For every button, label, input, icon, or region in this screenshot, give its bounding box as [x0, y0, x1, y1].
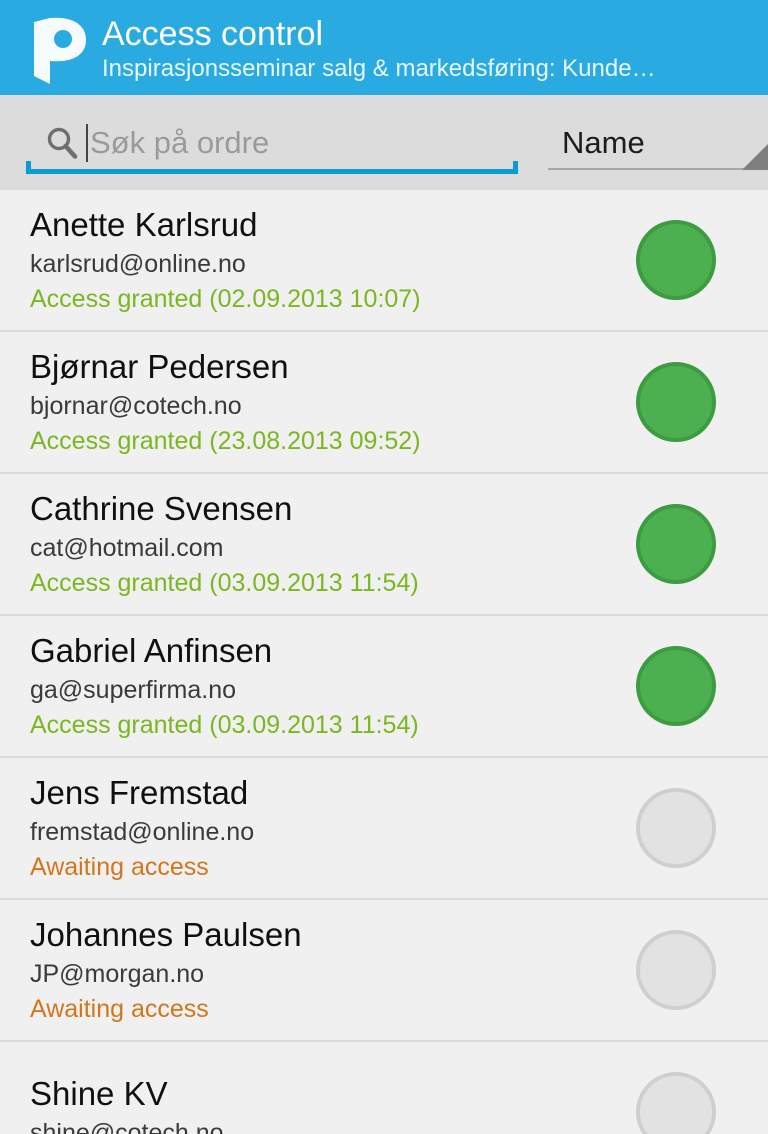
app-logo-icon [30, 14, 86, 84]
list-item-info: Cathrine Svensen cat@hotmail.com Access … [30, 488, 636, 600]
search-underline [26, 160, 518, 174]
attendee-name: Jens Fremstad [30, 774, 249, 811]
attendee-name: Anette Karlsrud [30, 206, 258, 243]
status-badge: Access granted (23.08.2013 09:52) [30, 427, 421, 455]
attendee-name: Shine KV [30, 1075, 168, 1112]
list-item[interactable]: Anette Karlsrud karlsrud@online.no Acces… [0, 190, 768, 332]
list-item-info: Anette Karlsrud karlsrud@online.no Acces… [30, 204, 636, 316]
spinner-underline [548, 167, 768, 170]
status-badge: Access granted (02.09.2013 10:07) [30, 285, 421, 313]
access-indicator-icon[interactable] [636, 504, 716, 584]
status-badge: Access granted (03.09.2013 11:54) [30, 711, 419, 739]
search-icon [44, 125, 80, 161]
status-badge: Access granted (03.09.2013 11:54) [30, 569, 419, 597]
access-control-screen: Access control Inspirasjonsseminar salg … [0, 0, 768, 1134]
access-indicator-icon[interactable] [636, 220, 716, 300]
attendee-email: ga@superfirma.no [30, 676, 237, 704]
attendee-email: JP@morgan.no [30, 960, 205, 988]
list-item[interactable]: Jens Fremstad fremstad@online.no Awaitin… [0, 758, 768, 900]
sort-spinner-label: Name [562, 124, 645, 160]
search-and-sort-bar: Søk på ordre Name [0, 95, 768, 190]
status-badge: Awaiting access [30, 995, 209, 1023]
attendee-list[interactable]: Anette Karlsrud karlsrud@online.no Acces… [0, 190, 768, 1134]
attendee-name: Cathrine Svensen [30, 490, 293, 527]
search-input[interactable]: Søk på ordre [26, 112, 518, 174]
list-item-info: Shine KV shine@cotech.no [30, 1073, 636, 1134]
attendee-email: cat@hotmail.com [30, 534, 224, 562]
app-header: Access control Inspirasjonsseminar salg … [0, 0, 768, 95]
spinner-triangle-icon [742, 143, 768, 170]
attendee-email: karlsrud@online.no [30, 250, 246, 278]
access-indicator-icon[interactable] [636, 788, 716, 868]
attendee-email: fremstad@online.no [30, 818, 255, 846]
sort-spinner[interactable]: Name [548, 112, 768, 174]
list-item[interactable]: Johannes Paulsen JP@morgan.no Awaiting a… [0, 900, 768, 1042]
attendee-email: bjornar@cotech.no [30, 392, 242, 420]
list-item[interactable]: Cathrine Svensen cat@hotmail.com Access … [0, 474, 768, 616]
access-indicator-icon[interactable] [636, 930, 716, 1010]
status-badge: Awaiting access [30, 853, 209, 881]
search-placeholder: Søk på ordre [90, 124, 270, 160]
list-item-info: Jens Fremstad fremstad@online.no Awaitin… [30, 772, 636, 884]
attendee-name: Bjørnar Pedersen [30, 348, 289, 385]
access-indicator-icon[interactable] [636, 646, 716, 726]
page-subtitle: Inspirasjonsseminar salg & markedsføring… [102, 54, 656, 82]
text-cursor [86, 123, 88, 162]
list-item-info: Bjørnar Pedersen bjornar@cotech.no Acces… [30, 346, 636, 458]
list-item-info: Gabriel Anfinsen ga@superfirma.no Access… [30, 630, 636, 742]
header-text-block: Access control Inspirasjonsseminar salg … [102, 12, 754, 84]
access-indicator-icon[interactable] [636, 362, 716, 442]
attendee-name: Gabriel Anfinsen [30, 632, 273, 669]
list-item-info: Johannes Paulsen JP@morgan.no Awaiting a… [30, 914, 636, 1026]
list-item[interactable]: Bjørnar Pedersen bjornar@cotech.no Acces… [0, 332, 768, 474]
page-title: Access control [102, 14, 324, 53]
access-indicator-icon[interactable] [636, 1072, 716, 1134]
attendee-name: Johannes Paulsen [30, 916, 302, 953]
list-item[interactable]: Shine KV shine@cotech.no [0, 1042, 768, 1134]
attendee-email: shine@cotech.no [30, 1119, 224, 1134]
list-item[interactable]: Gabriel Anfinsen ga@superfirma.no Access… [0, 616, 768, 758]
